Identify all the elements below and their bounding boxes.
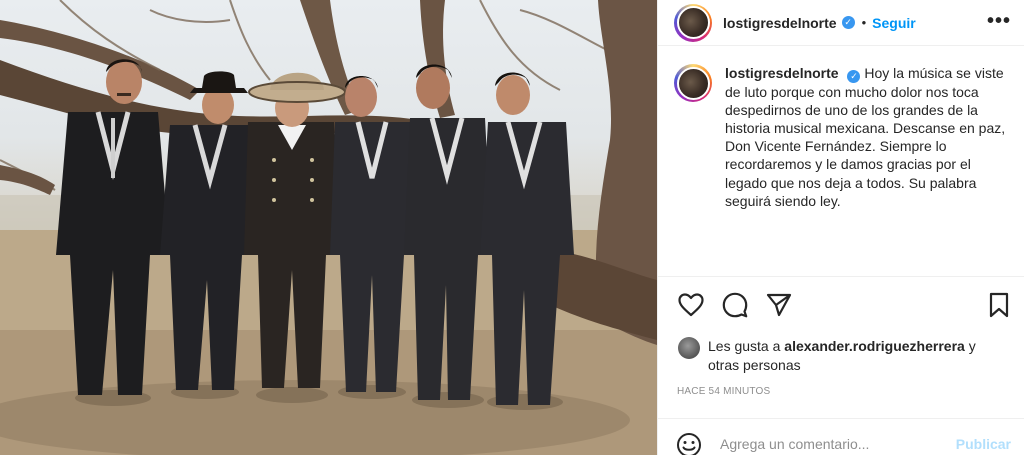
emoji-icon[interactable] (676, 432, 702, 455)
post-caption: lostigresdelnorte ✓ Hoy la música se vis… (674, 64, 1014, 274)
comment-input[interactable]: Agrega un comentario... (720, 436, 869, 452)
caption-avatar[interactable] (674, 64, 712, 102)
liker-avatar[interactable] (678, 337, 700, 359)
mariachi-group-illustration (0, 0, 657, 455)
username-link[interactable]: lostigresdelnorte (723, 15, 837, 31)
post-header: lostigresdelnorte ✓ • Seguir ••• (658, 0, 1024, 46)
paper-plane-icon[interactable] (764, 290, 794, 320)
likes-text: Les gusta a alexander.rodriguezherrera y… (708, 337, 1008, 375)
caption-text-block: lostigresdelnorte ✓ Hoy la música se vis… (725, 64, 1014, 274)
comment-box: Agrega un comentario... Publicar (658, 430, 1024, 455)
heart-icon[interactable] (676, 290, 706, 320)
verified-badge-icon: ✓ (841, 16, 855, 29)
profile-avatar[interactable] (674, 3, 712, 42)
post-sidebar: lostigresdelnorte ✓ • Seguir ••• lostigr… (657, 0, 1024, 455)
likes-prefix: Les gusta a (708, 338, 781, 354)
more-options-icon[interactable]: ••• (987, 10, 1011, 33)
divider (658, 276, 1024, 277)
caption-text: Hoy la música se viste de luto porque co… (725, 65, 1006, 209)
caption-verified-badge-icon: ✓ (847, 69, 861, 83)
comment-icon[interactable] (720, 290, 750, 320)
follow-button[interactable]: Seguir (872, 15, 916, 31)
bookmark-icon[interactable] (984, 290, 1014, 320)
caption-username-link[interactable]: lostigresdelnorte (725, 65, 839, 81)
separator-dot: • (861, 15, 867, 30)
post-timestamp[interactable]: HACE 54 MINUTOS (677, 386, 770, 397)
publish-button[interactable]: Publicar (956, 436, 1011, 452)
post-photo[interactable] (0, 0, 657, 455)
likes-summary: Les gusta a alexander.rodriguezherrera y… (678, 337, 1008, 375)
action-bar (674, 290, 1012, 322)
divider (658, 418, 1024, 419)
liker-username-link[interactable]: alexander.rodriguezherrera (784, 338, 965, 354)
